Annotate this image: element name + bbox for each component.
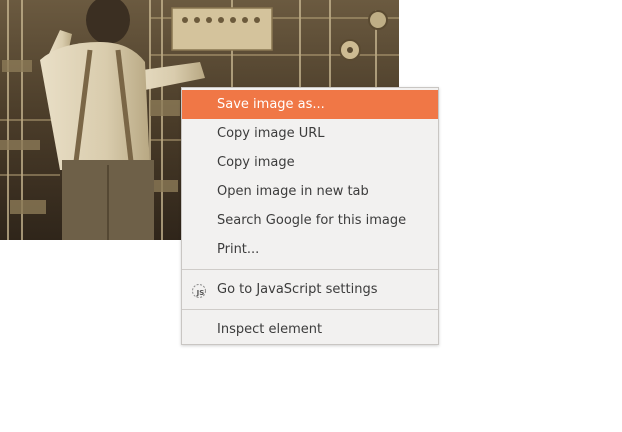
menu-separator [182,309,438,310]
svg-text:JS: JS [196,289,205,297]
context-menu: Save image as... Copy image URL Copy ima… [181,87,439,345]
menu-item-javascript-settings[interactable]: JS Go to JavaScript settings [182,275,438,304]
menu-separator [182,269,438,270]
menu-item-label: Inspect element [217,322,323,337]
menu-item-copy-image-url[interactable]: Copy image URL [182,119,438,148]
javascript-settings-icon: JS [191,281,207,298]
menu-item-label: Print... [217,242,260,257]
menu-item-label: Search Google for this image [217,213,407,228]
menu-item-label: Save image as... [217,97,325,112]
menu-item-inspect-element[interactable]: Inspect element [182,315,438,344]
menu-item-print[interactable]: Print... [182,235,438,264]
menu-item-copy-image[interactable]: Copy image [182,148,438,177]
menu-item-label: Copy image URL [217,126,325,141]
menu-item-label: Copy image [217,155,295,170]
menu-item-label: Go to JavaScript settings [217,282,378,297]
page-canvas: Save image as... Copy image URL Copy ima… [0,0,622,432]
menu-item-save-image-as[interactable]: Save image as... [182,90,438,119]
menu-item-search-google-image[interactable]: Search Google for this image [182,206,438,235]
menu-item-label: Open image in new tab [217,184,369,199]
menu-item-open-image-new-tab[interactable]: Open image in new tab [182,177,438,206]
